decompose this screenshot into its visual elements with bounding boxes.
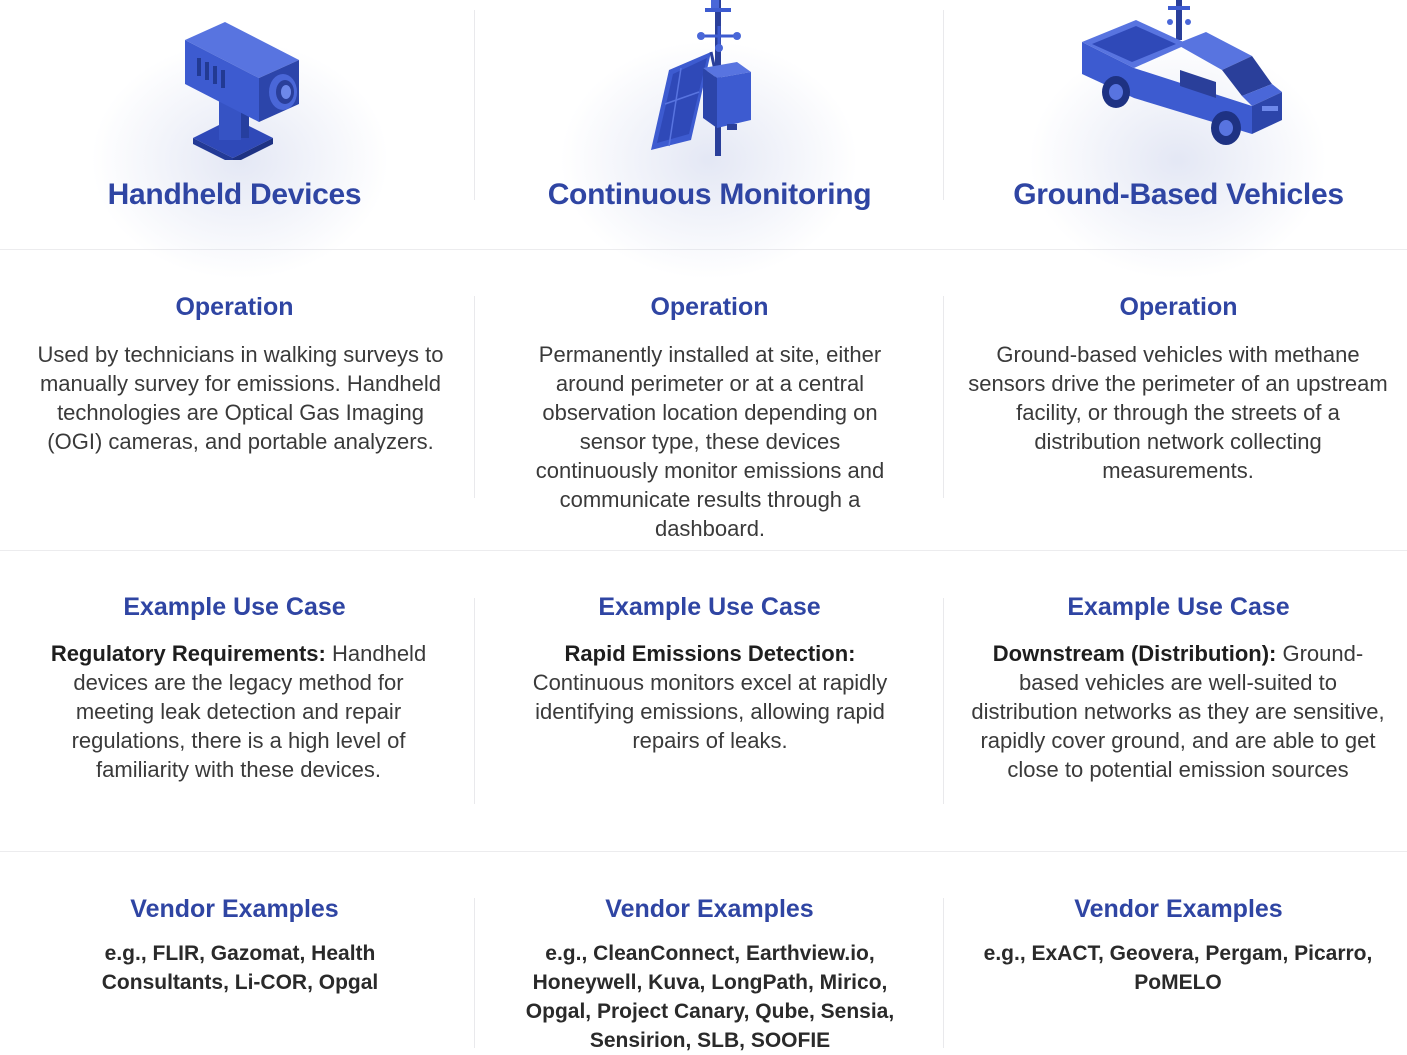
use-case-lead: Rapid Emissions Detection:: [564, 641, 856, 666]
operation-heading: Operation: [1119, 293, 1238, 321]
vendor-list: e.g., CleanConnect, Earthview.io, Honeyw…: [525, 942, 895, 1052]
vendor-list: e.g., FLIR, Gazomat, Health Consultants,…: [101, 942, 379, 994]
column-title: Handheld Devices: [107, 178, 362, 211]
monitoring-station-icon: [651, 0, 751, 156]
operation-heading: Operation: [175, 293, 294, 321]
column-handheld-devices: Handheld Devices Operation Used by techn…: [0, 0, 469, 1055]
use-case-description: Continuous monitors excel at rapidly ide…: [532, 670, 888, 753]
use-case-lead: Downstream (Distribution):: [992, 641, 1277, 666]
vendor-heading: Vendor Examples: [130, 895, 339, 923]
use-case-heading: Example Use Case: [1067, 593, 1290, 621]
column-title: Continuous Monitoring: [547, 178, 872, 211]
column-continuous-monitoring: Continuous Monitoring Operation Permanen…: [469, 0, 938, 1055]
vendor-heading: Vendor Examples: [605, 895, 814, 923]
operation-heading: Operation: [650, 293, 769, 321]
use-case-lead: Regulatory Requirements:: [50, 641, 326, 666]
pickup-truck-icon: [1082, 0, 1282, 145]
operation-text: Ground-based vehicles with methane senso…: [968, 342, 1388, 483]
use-case-heading: Example Use Case: [598, 593, 821, 621]
operation-text: Permanently installed at site, either ar…: [535, 342, 885, 541]
operation-text: Used by technicians in walking surveys t…: [37, 342, 444, 454]
vendor-list: e.g., ExACT, Geovera, Pergam, Picarro, P…: [983, 942, 1373, 994]
vendor-heading: Vendor Examples: [1074, 895, 1283, 923]
use-case-text: Downstream (Distribution): Ground-based …: [970, 639, 1386, 784]
handheld-camera-icon: [185, 22, 299, 160]
use-case-text: Regulatory Requirements: Handheld device…: [36, 639, 441, 784]
use-case-heading: Example Use Case: [123, 593, 346, 621]
column-title: Ground-Based Vehicles: [1013, 178, 1344, 211]
use-case-text: Rapid Emissions Detection: Continuous mo…: [515, 639, 905, 755]
column-ground-based-vehicles: Ground-Based Vehicles Operation Ground-b…: [938, 0, 1407, 1055]
